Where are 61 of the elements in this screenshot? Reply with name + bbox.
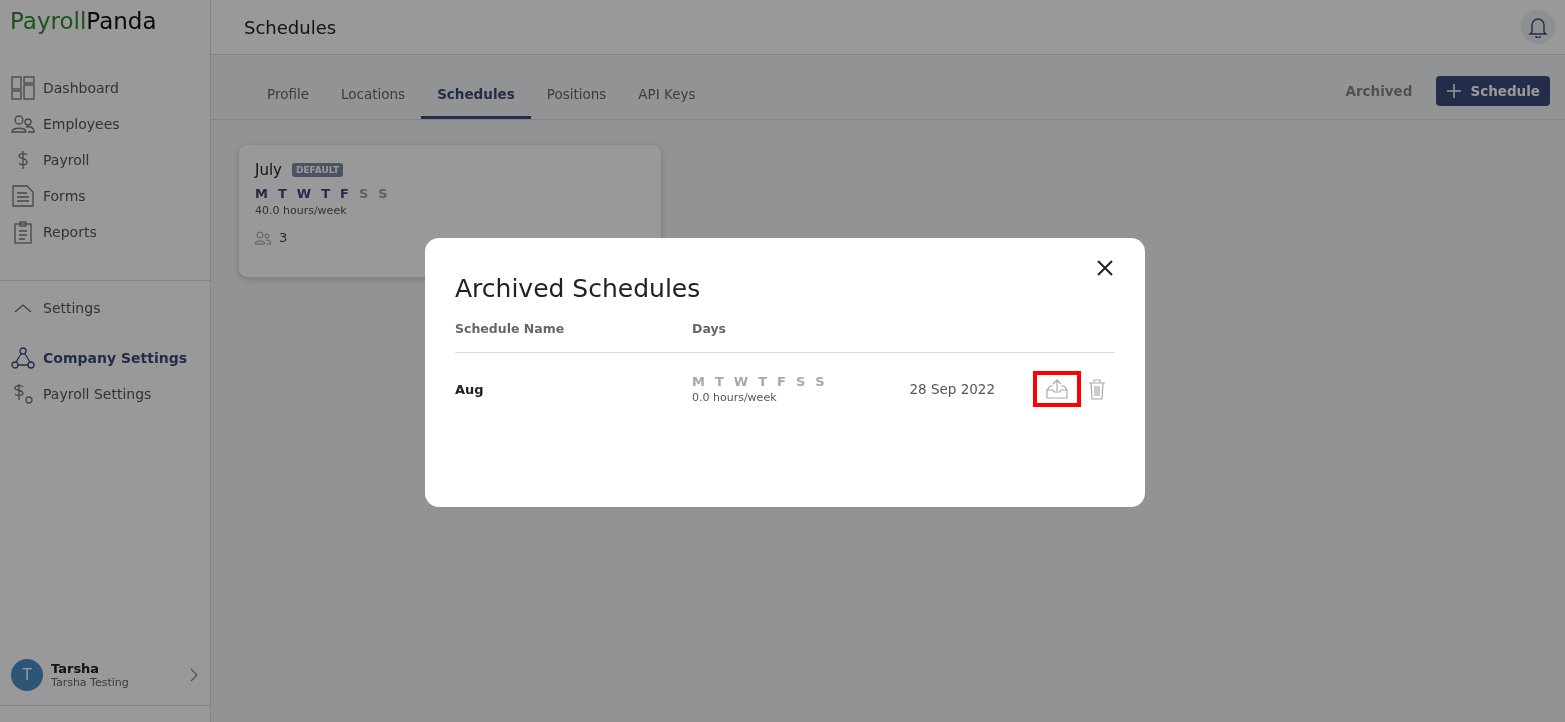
day-letter: S — [795, 374, 806, 389]
chevron-right-icon — [189, 667, 199, 683]
close-button[interactable] — [1097, 260, 1113, 276]
archived-date: 28 Sep 2022 — [909, 381, 995, 397]
default-badge: DEFAULT — [292, 163, 344, 177]
day-letter: F — [777, 374, 786, 389]
day-letter: S — [358, 186, 369, 201]
upload-tray-icon — [1045, 378, 1069, 400]
day-letter: T — [714, 374, 724, 389]
clipboard-icon — [11, 220, 35, 244]
plus-icon — [1446, 83, 1463, 99]
dollar-gear-icon — [11, 382, 35, 406]
tab[interactable]: Positions — [530, 86, 623, 119]
day-letter: S — [378, 186, 388, 201]
day-letter: T — [758, 374, 768, 389]
nav-item[interactable]: Payroll Settings — [0, 376, 210, 412]
day-letter: M — [255, 186, 268, 201]
nav-item[interactable]: Payroll — [0, 142, 210, 178]
page-title: Schedules — [244, 16, 337, 38]
user-menu[interactable]: T Tarsha Tarsha Testing — [0, 645, 210, 706]
employee-count: 3 — [279, 230, 288, 245]
unarchive-button[interactable] — [1033, 371, 1081, 407]
hours-per-week: 40.0 hours/week — [255, 204, 348, 217]
people-icon — [11, 112, 35, 136]
bell-icon — [1528, 16, 1548, 38]
nav-item[interactable]: Company Settings — [0, 340, 210, 376]
schedule-name: Aug — [455, 381, 485, 397]
day-letter: S — [815, 374, 825, 389]
nav-item[interactable]: Dashboard — [0, 70, 210, 106]
archived-button[interactable]: Archived — [1339, 82, 1419, 100]
schedule-name: July — [255, 161, 282, 179]
network-icon — [11, 346, 35, 370]
tab[interactable]: API Keys — [622, 86, 712, 119]
day-letter: W — [296, 186, 312, 201]
day-letter: T — [321, 186, 331, 201]
hours-per-week: 0.0 hours/week — [692, 391, 778, 404]
user-avatar: T — [11, 659, 43, 691]
tab[interactable]: Schedules — [421, 86, 531, 119]
nav-item[interactable]: Forms — [0, 178, 210, 214]
document-icon — [11, 184, 35, 208]
close-icon — [1097, 260, 1113, 276]
nav-item[interactable]: Employees — [0, 106, 210, 142]
column-header: Days — [692, 321, 727, 336]
people-icon — [255, 230, 271, 245]
user-name: Tarsha — [51, 661, 101, 676]
day-letter: W — [733, 374, 749, 389]
tab[interactable]: Locations — [325, 86, 422, 119]
notification-button[interactable] — [1521, 10, 1555, 44]
app-logo: PayrollPanda — [9, 7, 158, 36]
day-letter: M — [692, 374, 705, 389]
company-name: Tarsha Testing — [51, 676, 130, 689]
nav-item[interactable]: Reports — [0, 214, 210, 250]
day-letter: F — [340, 186, 349, 201]
column-header: Schedule Name — [455, 321, 566, 336]
add-schedule-button[interactable]: Schedule — [1436, 76, 1550, 106]
trash-icon — [1087, 378, 1107, 400]
settings-toggle[interactable]: Settings — [0, 290, 210, 326]
dashboard-icon — [11, 76, 35, 100]
tab[interactable]: Profile — [251, 86, 325, 119]
dialog-title: Archived Schedules — [455, 274, 702, 303]
day-letter: T — [277, 186, 287, 201]
